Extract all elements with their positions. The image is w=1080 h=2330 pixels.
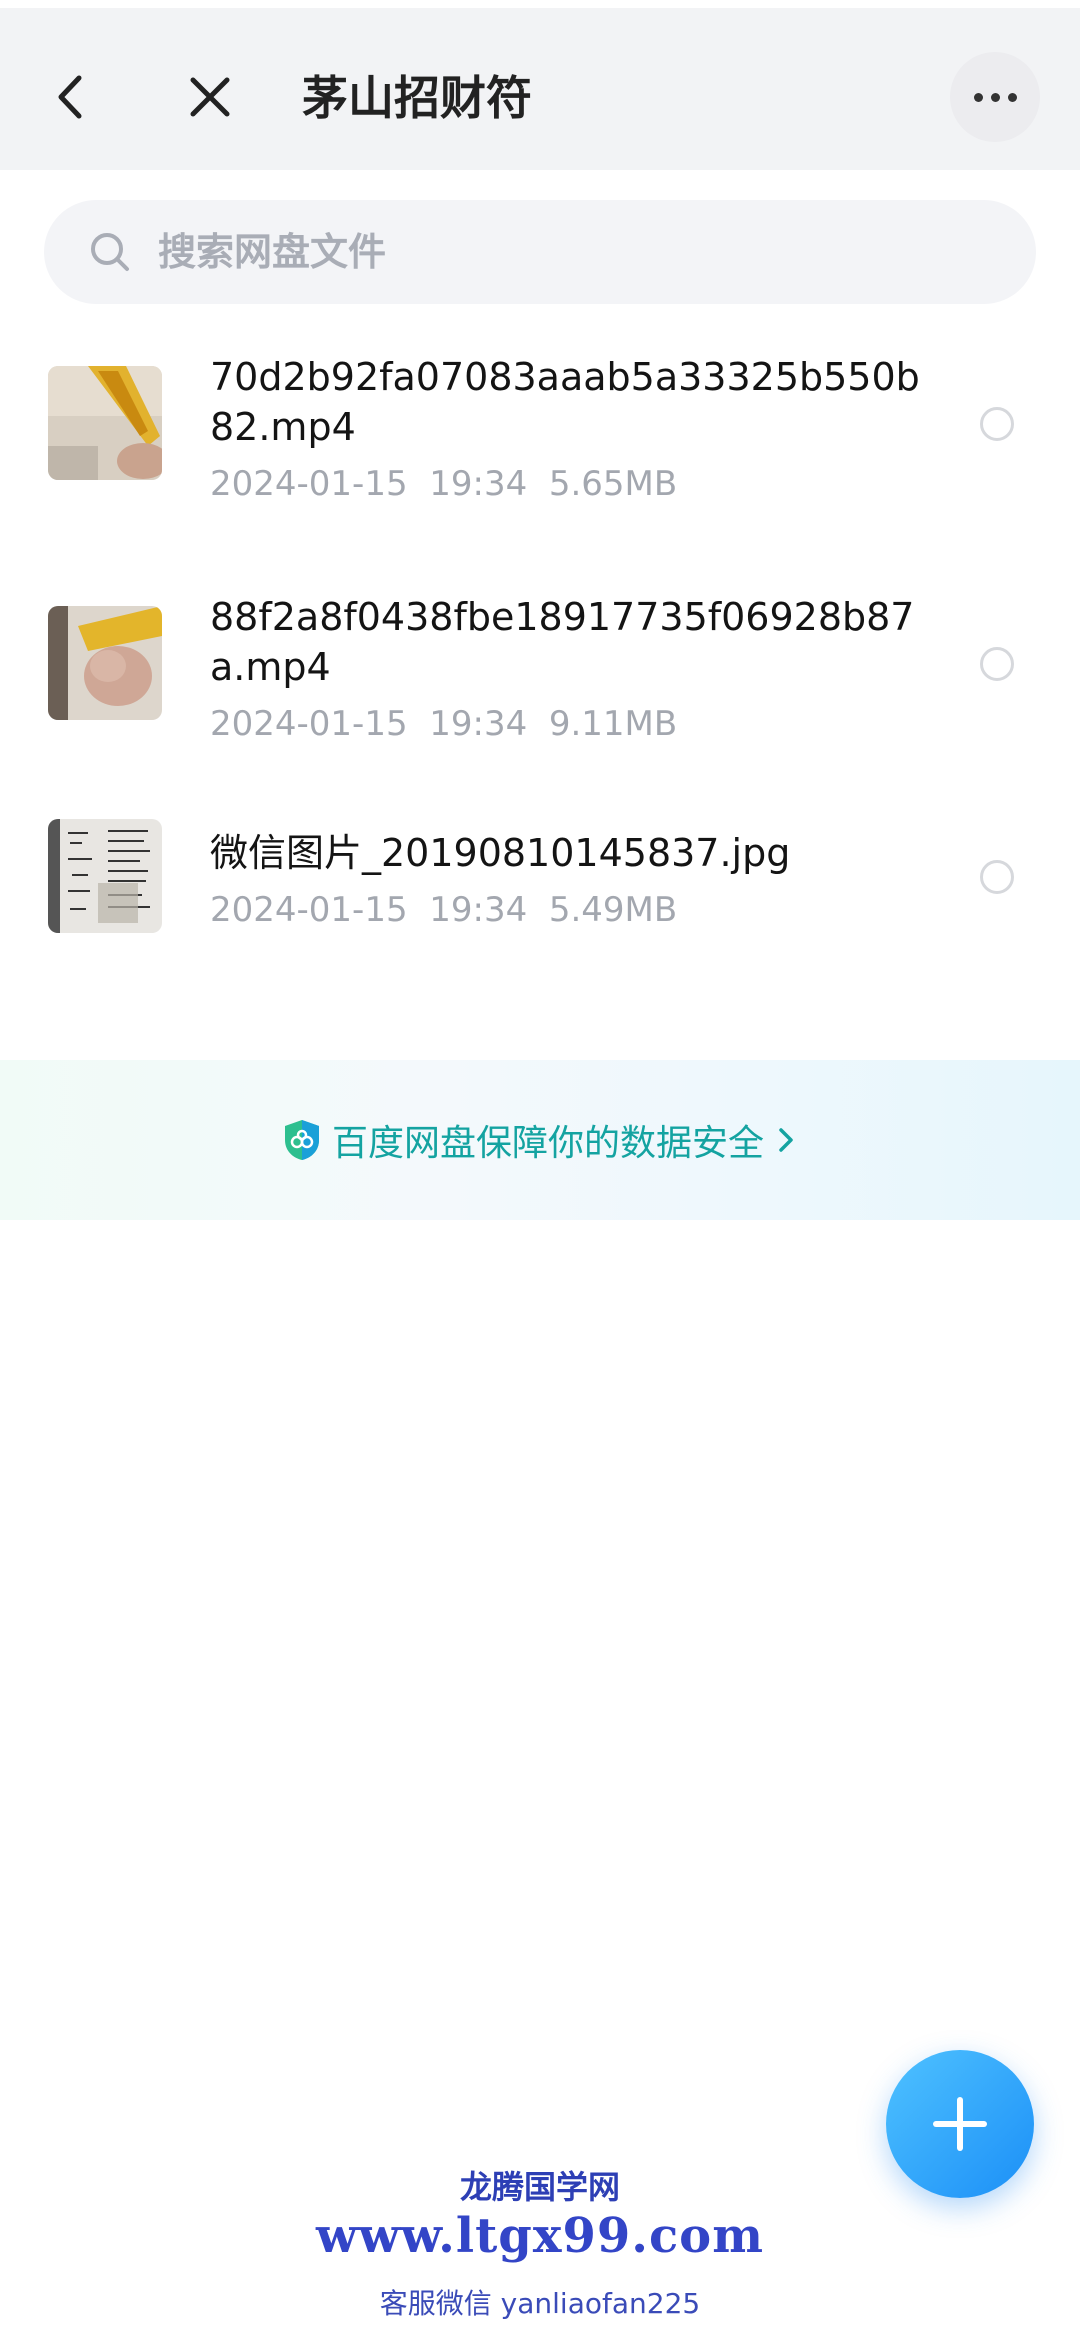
file-date: 2024-01-15 bbox=[210, 704, 408, 744]
file-meta: 2024-01-15 19:34 5.65MB bbox=[210, 464, 677, 504]
shield-icon bbox=[284, 1120, 319, 1160]
chevron-right-icon bbox=[779, 1128, 793, 1152]
close-icon bbox=[190, 77, 230, 117]
security-banner[interactable]: 百度网盘保障你的数据安全 bbox=[0, 1060, 1080, 1220]
file-date: 2024-01-15 bbox=[210, 890, 408, 930]
search-input[interactable] bbox=[158, 230, 958, 274]
status-bar-area bbox=[0, 0, 1080, 8]
file-date: 2024-01-15 bbox=[210, 464, 408, 504]
file-meta: 2024-01-15 19:34 9.11MB bbox=[210, 704, 677, 744]
select-radio[interactable] bbox=[980, 860, 1014, 894]
file-name: 88f2a8f0438fbe18917735f06928b87a.mp4 bbox=[210, 595, 915, 689]
file-thumbnail bbox=[48, 606, 162, 720]
close-button[interactable] bbox=[172, 52, 248, 142]
more-horizontal-icon bbox=[973, 92, 983, 102]
file-size: 5.65MB bbox=[548, 464, 678, 504]
file-time: 19:34 bbox=[429, 464, 528, 504]
file-list-item[interactable]: 70d2b92fa07083aaab5a33325b550b82.mp4 202… bbox=[0, 340, 1080, 540]
file-time: 19:34 bbox=[429, 890, 528, 930]
search-bar[interactable] bbox=[44, 200, 1036, 304]
page-title: 茅山招财符 bbox=[302, 71, 532, 125]
top-navigation-bar: 茅山招财符 bbox=[0, 8, 1080, 170]
search-icon bbox=[91, 233, 129, 271]
plus-icon bbox=[933, 2097, 987, 2151]
security-banner-text: 百度网盘保障你的数据安全 bbox=[331, 1123, 764, 1164]
select-radio[interactable] bbox=[980, 407, 1014, 441]
select-radio[interactable] bbox=[980, 647, 1014, 681]
file-size: 5.49MB bbox=[548, 890, 678, 930]
back-button[interactable] bbox=[40, 52, 100, 142]
file-thumbnail bbox=[48, 366, 162, 480]
watermark-url: www.ltgx99.com bbox=[316, 2208, 764, 2264]
file-size: 9.11MB bbox=[548, 704, 678, 744]
file-name: 70d2b92fa07083aaab5a33325b550b82.mp4 bbox=[210, 355, 920, 449]
file-meta: 2024-01-15 19:34 5.49MB bbox=[210, 890, 677, 930]
watermark-contact: 客服微信 yanliaofan225 bbox=[379, 2287, 701, 2320]
file-time: 19:34 bbox=[429, 704, 528, 744]
chevron-left-icon bbox=[58, 75, 82, 119]
file-list-item[interactable]: 微信图片_20190810145837.jpg 2024-01-15 19:34… bbox=[0, 816, 1080, 956]
file-thumbnail bbox=[48, 819, 162, 933]
file-name: 微信图片_20190810145837.jpg bbox=[210, 831, 791, 875]
file-list-item[interactable]: 88f2a8f0438fbe18917735f06928b87a.mp4 202… bbox=[0, 580, 1080, 780]
more-horizontal-icon bbox=[990, 92, 1000, 102]
watermark-title: 龙腾国学网 bbox=[459, 2168, 620, 2206]
more-options-button[interactable] bbox=[950, 52, 1040, 142]
more-horizontal-icon bbox=[1007, 92, 1017, 102]
